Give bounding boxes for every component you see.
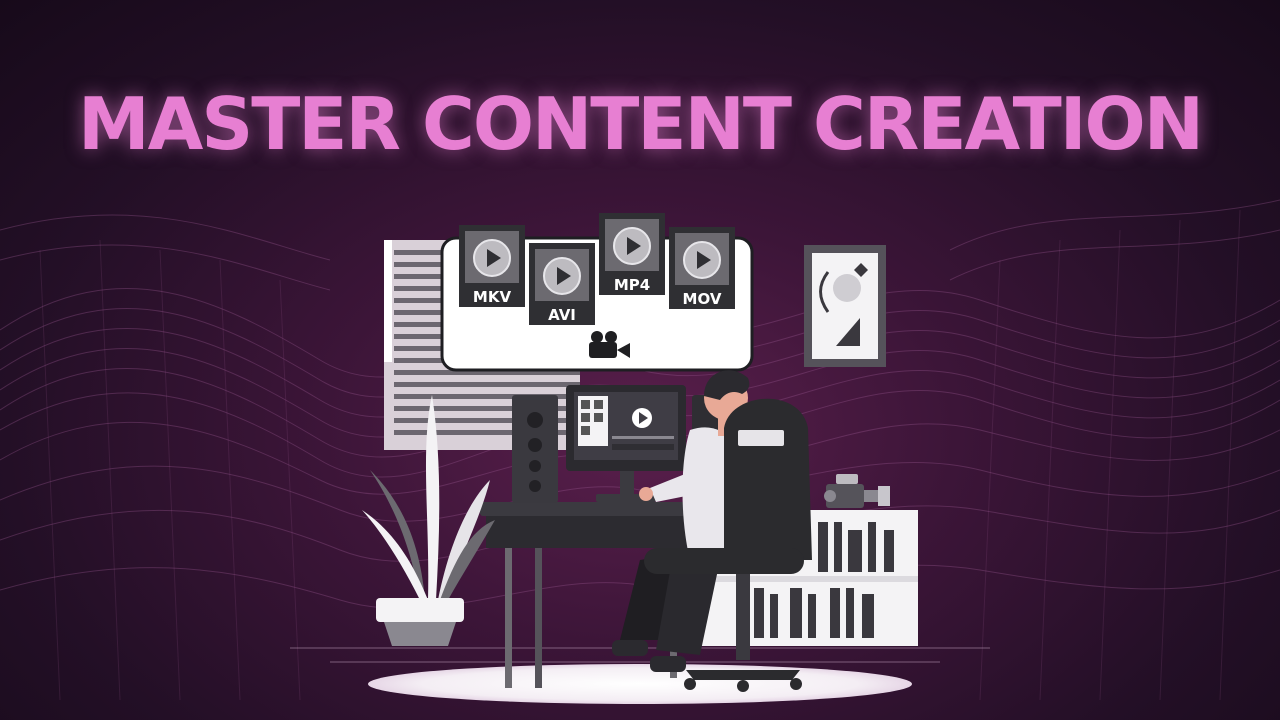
file-badge-mkv: MKV (459, 225, 525, 307)
floor-spotlight (368, 664, 912, 704)
speaker (512, 395, 558, 503)
file-badge-avi: AVI (529, 243, 595, 325)
file-badge-label: MP4 (614, 276, 650, 294)
file-badge-label: MKV (473, 288, 512, 306)
wall-art-frame (804, 245, 886, 367)
thumbnail-canvas: MASTER CONTENT CREATION MKV AVI MP4 MOV (0, 0, 1280, 720)
video-camera (824, 474, 890, 508)
file-badge-mp4: MP4 (599, 213, 665, 295)
illustration-scene: MKV AVI MP4 MOV (0, 199, 1280, 704)
file-badge-mov: MOV (669, 227, 735, 309)
file-badge-label: AVI (548, 306, 576, 324)
file-badge-label: MOV (683, 290, 722, 308)
